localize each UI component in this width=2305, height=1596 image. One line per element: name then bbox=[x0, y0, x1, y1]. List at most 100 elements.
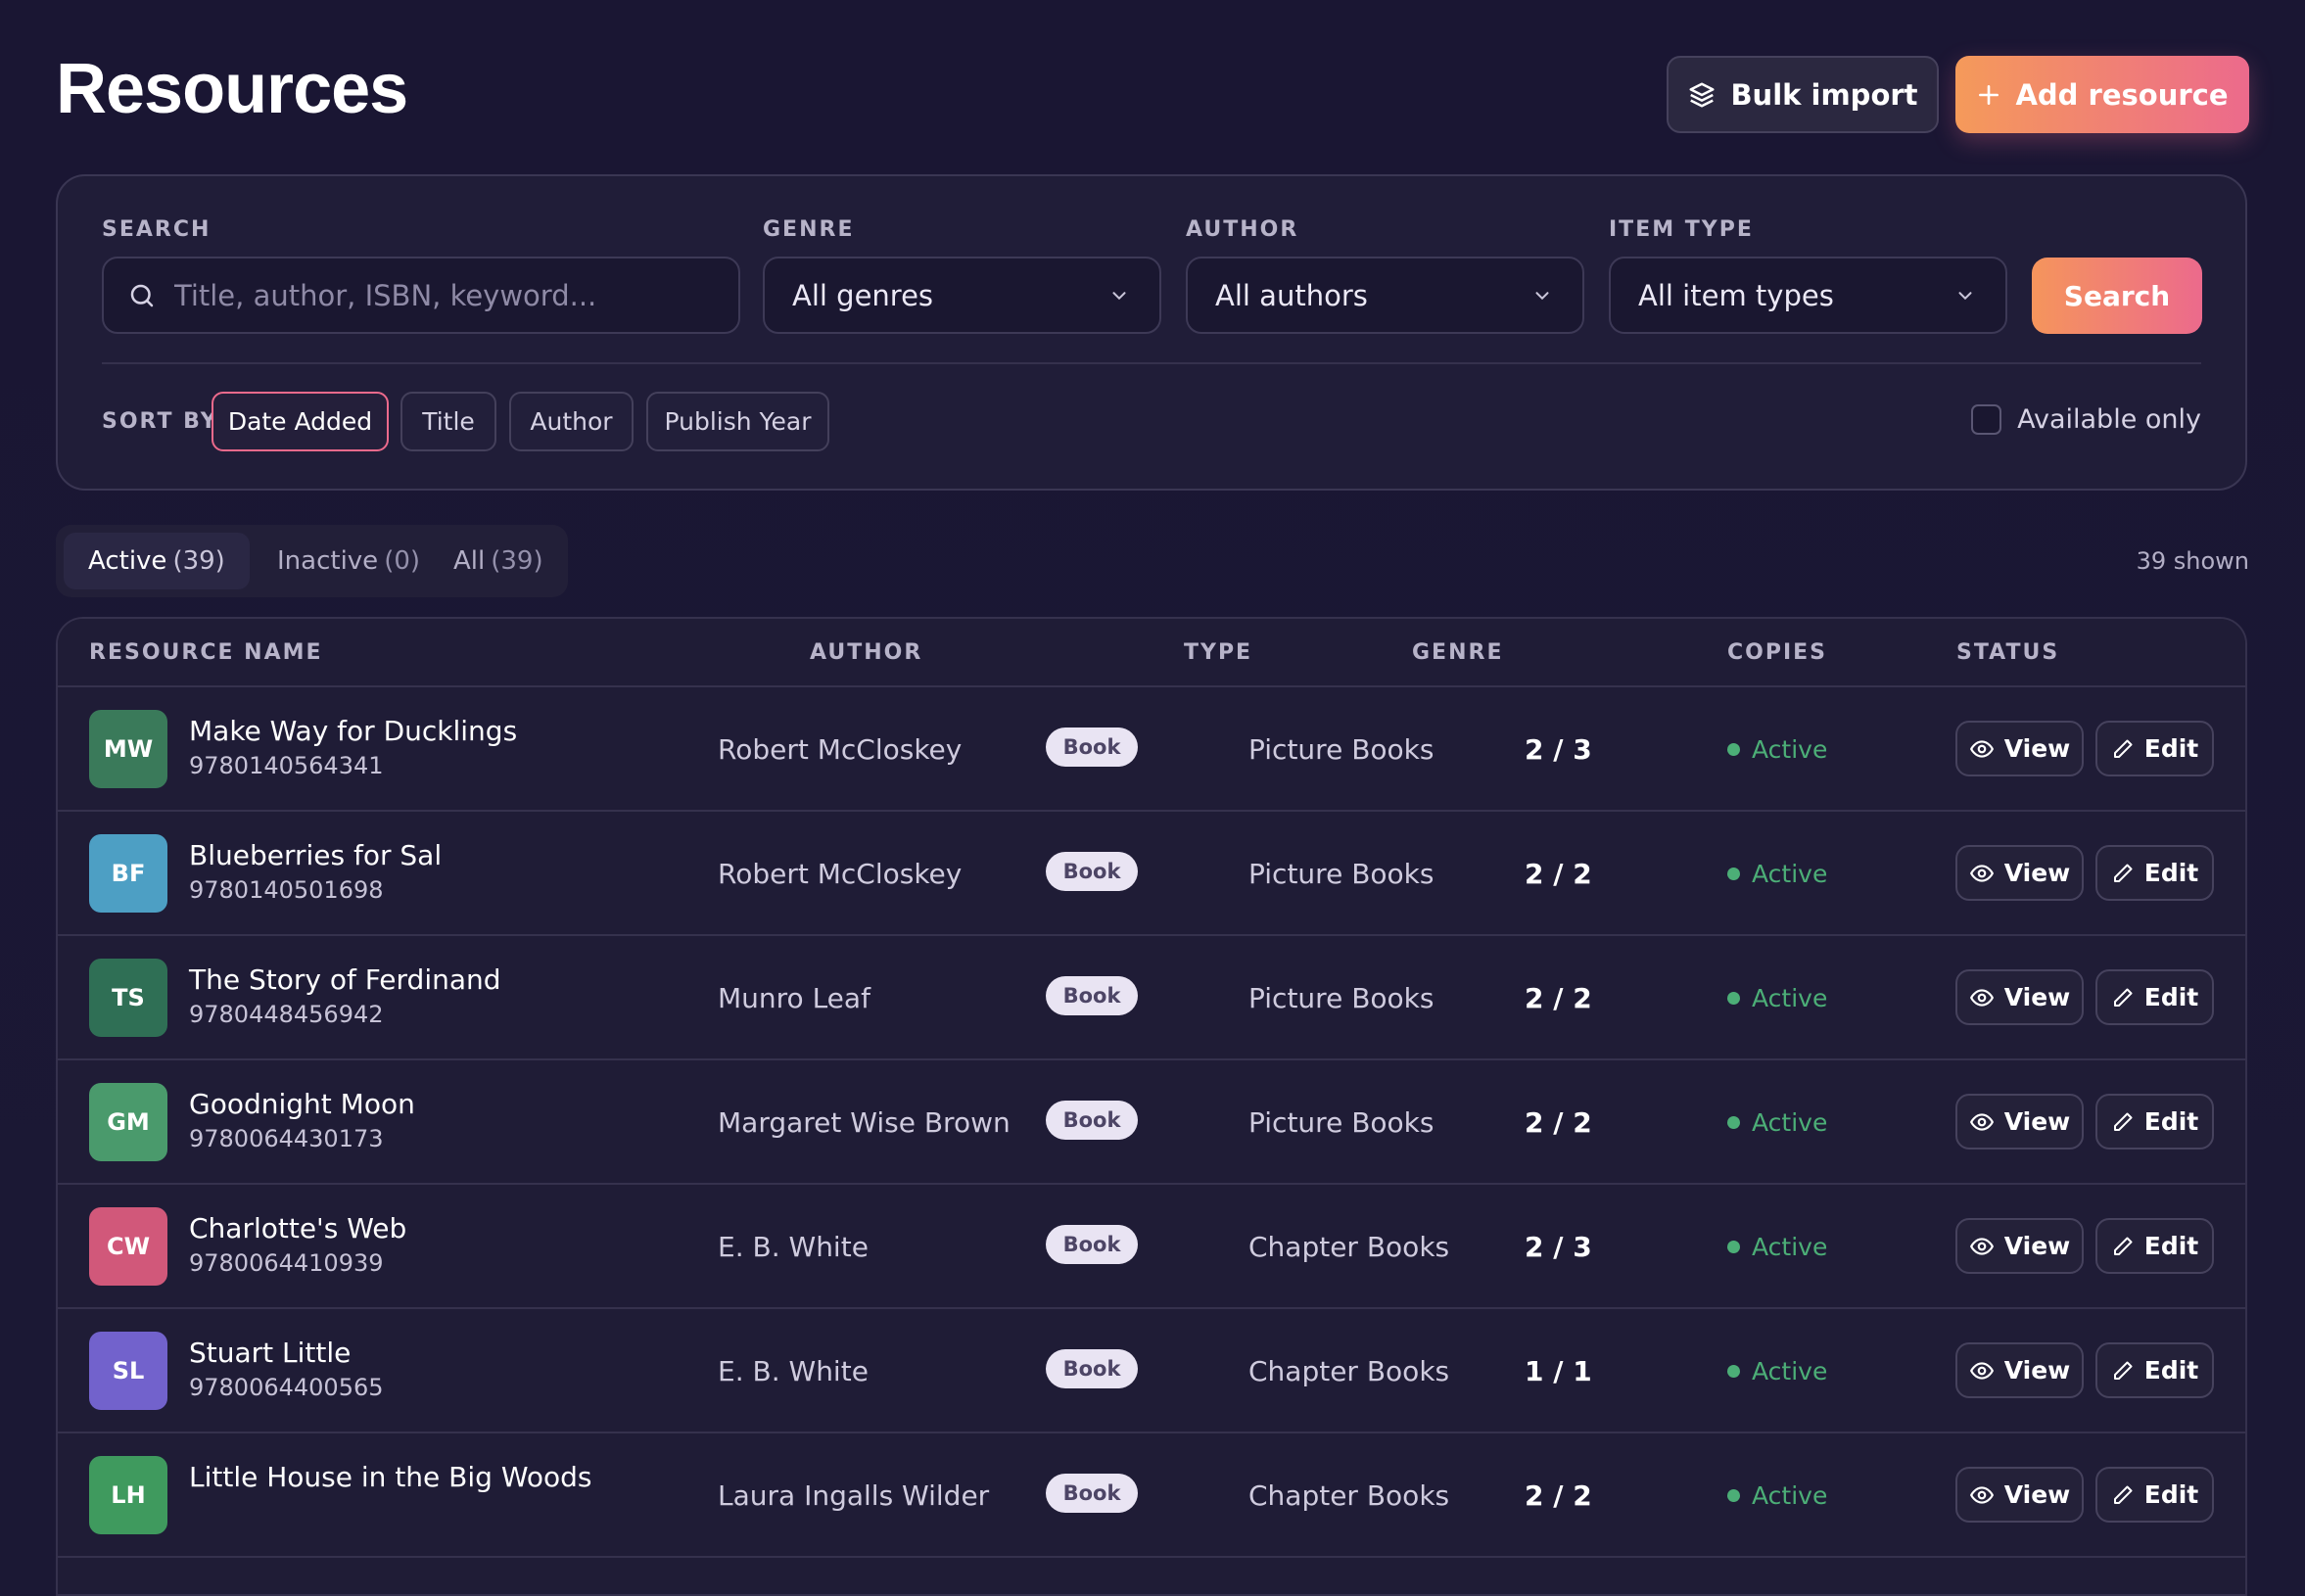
status-dot-icon bbox=[1727, 992, 1740, 1005]
table-row: MW Make Way for Ducklings 9780140564341 Rob… bbox=[58, 687, 2245, 812]
resource-genre: Picture Books bbox=[1248, 858, 1435, 890]
genre-select[interactable]: All genres bbox=[763, 257, 1161, 334]
genre-label: GENRE bbox=[763, 217, 855, 242]
filter-divider bbox=[102, 362, 2201, 364]
search-input[interactable] bbox=[174, 258, 738, 332]
tab-inactive[interactable]: Inactive (0) bbox=[253, 533, 445, 589]
resource-copies: 1 / 1 bbox=[1525, 1355, 1592, 1387]
item-type-select[interactable]: All item types bbox=[1609, 257, 2007, 334]
edit-button[interactable]: Edit bbox=[2095, 1467, 2214, 1523]
status-badge: Active bbox=[1727, 1357, 1827, 1385]
tab-inactive-label: Inactive bbox=[277, 546, 379, 576]
edit-label: Edit bbox=[2143, 734, 2199, 763]
add-resource-button[interactable]: Add resource bbox=[1955, 56, 2249, 133]
search-icon bbox=[127, 281, 157, 310]
view-button[interactable]: View bbox=[1955, 845, 2084, 901]
table-row: GM Goodnight Moon 9780064430173 Margaret Wi… bbox=[58, 1060, 2245, 1185]
view-label: View bbox=[2003, 734, 2071, 763]
bulk-import-button[interactable]: Bulk import bbox=[1667, 56, 1939, 133]
view-button[interactable]: View bbox=[1955, 721, 2084, 776]
eye-icon bbox=[1969, 1482, 1995, 1508]
resource-title[interactable]: Blueberries for Sal bbox=[189, 839, 442, 871]
edit-button[interactable]: Edit bbox=[2095, 845, 2214, 901]
edit-button[interactable]: Edit bbox=[2095, 1342, 2214, 1398]
edit-label: Edit bbox=[2143, 1232, 2199, 1260]
resource-title[interactable]: The Story of Ferdinand bbox=[189, 963, 501, 996]
resource-title[interactable]: Make Way for Ducklings bbox=[189, 715, 517, 747]
view-button[interactable]: View bbox=[1955, 1342, 2084, 1398]
type-badge: Book bbox=[1046, 728, 1138, 767]
type-badge: Book bbox=[1046, 1349, 1138, 1388]
resource-isbn: 9780448456942 bbox=[189, 1001, 384, 1028]
genre-value: All genres bbox=[792, 278, 934, 312]
chevron-down-icon bbox=[1954, 285, 1976, 306]
edit-button[interactable]: Edit bbox=[2095, 1218, 2214, 1274]
pencil-icon bbox=[2111, 1359, 2135, 1383]
sort-publish-year-chip[interactable]: Publish Year bbox=[646, 392, 829, 451]
author-label: AUTHOR bbox=[1186, 217, 1299, 242]
resource-genre: Picture Books bbox=[1248, 982, 1435, 1014]
search-label: SEARCH bbox=[102, 217, 212, 242]
sort-date-added-chip[interactable]: Date Added bbox=[212, 392, 389, 451]
table-row: CW Charlotte's Web 9780064410939 E. B. Whit… bbox=[58, 1185, 2245, 1309]
tab-all[interactable]: All (39) bbox=[429, 533, 568, 589]
col-copies: COPIES bbox=[1727, 640, 1828, 665]
table-header: RESOURCE NAME AUTHOR TYPE GENRE COPIES S… bbox=[58, 619, 2245, 687]
search-field[interactable] bbox=[102, 257, 740, 334]
resource-title[interactable]: Charlotte's Web bbox=[189, 1212, 406, 1244]
resource-avatar: TS bbox=[89, 959, 167, 1037]
view-label: View bbox=[2003, 859, 2071, 887]
resource-author: Margaret Wise Brown bbox=[718, 1106, 1011, 1139]
plus-icon bbox=[1976, 82, 2001, 108]
status-label: Active bbox=[1752, 735, 1828, 764]
tab-active[interactable]: Active (39) bbox=[64, 533, 250, 589]
resource-copies: 2 / 2 bbox=[1525, 1106, 1592, 1139]
col-author: AUTHOR bbox=[810, 640, 923, 665]
status-badge: Active bbox=[1727, 1108, 1827, 1137]
author-value: All authors bbox=[1215, 278, 1368, 312]
resource-title[interactable]: Little House in the Big Woods bbox=[189, 1461, 592, 1493]
resource-isbn: 9780064400565 bbox=[189, 1374, 384, 1401]
item-type-value: All item types bbox=[1638, 278, 1834, 312]
col-status: STATUS bbox=[1956, 640, 2060, 665]
resources-table: RESOURCE NAME AUTHOR TYPE GENRE COPIES S… bbox=[56, 617, 2247, 1596]
edit-button[interactable]: Edit bbox=[2095, 969, 2214, 1025]
pencil-icon bbox=[2111, 737, 2135, 761]
search-button[interactable]: Search bbox=[2032, 258, 2202, 334]
resource-author: E. B. White bbox=[718, 1231, 869, 1263]
resource-author: E. B. White bbox=[718, 1355, 869, 1387]
type-badge: Book bbox=[1046, 852, 1138, 891]
status-label: Active bbox=[1752, 1481, 1828, 1510]
view-button[interactable]: View bbox=[1955, 1094, 2084, 1150]
eye-icon bbox=[1969, 736, 1995, 762]
shown-count: 39 shown bbox=[2136, 547, 2249, 575]
resource-avatar: MW bbox=[89, 710, 167, 788]
table-row: LH Little House in the Big Woods Laura Ing… bbox=[58, 1433, 2245, 1558]
resource-author: Robert McCloskey bbox=[718, 858, 963, 890]
status-badge: Active bbox=[1727, 1233, 1827, 1261]
tab-active-label: Active bbox=[88, 546, 167, 576]
sort-author-chip[interactable]: Author bbox=[509, 392, 634, 451]
table-row: SL Stuart Little 9780064400565 E. B. White B… bbox=[58, 1309, 2245, 1433]
resource-copies: 2 / 3 bbox=[1525, 1231, 1592, 1263]
available-only-checkbox[interactable] bbox=[1971, 404, 2002, 435]
edit-button[interactable]: Edit bbox=[2095, 721, 2214, 776]
view-label: View bbox=[2003, 1107, 2071, 1136]
status-label: Active bbox=[1752, 860, 1828, 888]
resource-avatar: GM bbox=[89, 1083, 167, 1161]
edit-button[interactable]: Edit bbox=[2095, 1094, 2214, 1150]
sort-title-chip[interactable]: Title bbox=[400, 392, 496, 451]
author-select[interactable]: All authors bbox=[1186, 257, 1584, 334]
available-only-toggle[interactable]: Available only bbox=[1971, 404, 2201, 435]
tab-active-count: (39) bbox=[172, 546, 225, 576]
view-button[interactable]: View bbox=[1955, 1218, 2084, 1274]
view-button[interactable]: View bbox=[1955, 969, 2084, 1025]
view-button[interactable]: View bbox=[1955, 1467, 2084, 1523]
resource-title[interactable]: Goodnight Moon bbox=[189, 1088, 415, 1120]
status-dot-icon bbox=[1727, 743, 1740, 756]
type-badge: Book bbox=[1046, 1101, 1138, 1140]
resource-avatar: BF bbox=[89, 834, 167, 913]
resource-copies: 2 / 3 bbox=[1525, 733, 1592, 766]
view-label: View bbox=[2003, 983, 2071, 1011]
resource-title[interactable]: Stuart Little bbox=[189, 1337, 351, 1369]
